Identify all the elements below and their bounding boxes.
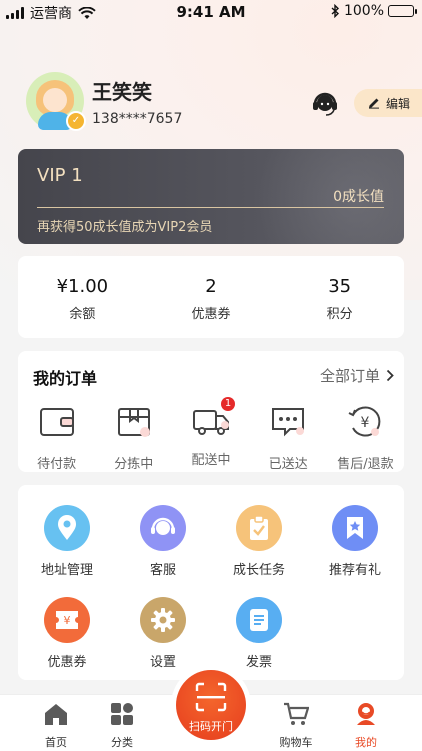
service-invoice[interactable]: 发票 — [212, 597, 306, 670]
stat-coupons[interactable]: 2 优惠券 — [147, 256, 276, 338]
service-label: 发票 — [245, 655, 272, 670]
scan-open-door-button[interactable]: 扫码开门 — [176, 670, 246, 740]
tab-category[interactable]: 分类 — [92, 701, 152, 750]
svg-text:¥: ¥ — [64, 614, 71, 627]
delivering-count-badge: 1 — [221, 397, 235, 411]
user-phone: 138****7657 — [92, 110, 183, 127]
battery-percent: 100% — [343, 3, 384, 19]
services-card: 地址管理 客服 成长任务 推荐有礼 ¥ 优惠券 设置 发票 — [18, 485, 404, 680]
wallet-icon — [39, 408, 74, 436]
profile-icon — [357, 703, 375, 725]
vip-level: VIP 1 — [37, 165, 83, 186]
location-icon — [44, 505, 90, 551]
avatar[interactable]: ✓ — [26, 72, 86, 131]
service-growth-tasks[interactable]: 成长任务 — [212, 505, 306, 578]
vip-progress-line — [37, 207, 384, 208]
pencil-icon — [369, 98, 379, 109]
order-status-label: 分拣中 — [114, 457, 154, 472]
category-grid-icon — [111, 703, 133, 725]
stat-label: 余额 — [69, 307, 96, 322]
account-stats: ¥1.00 余额 2 优惠券 35 积分 — [18, 256, 404, 338]
order-status-label: 配送中 — [191, 453, 231, 468]
service-label: 设置 — [149, 655, 176, 670]
box-icon — [117, 408, 150, 437]
star-bookmark-icon — [332, 505, 378, 551]
tab-label: 购物车 — [279, 736, 313, 749]
service-label: 优惠券 — [47, 655, 87, 670]
home-icon — [45, 704, 67, 725]
vip-growth-value: 0成长值 — [333, 189, 384, 205]
battery-icon — [388, 5, 417, 17]
vip-card[interactable]: VIP 1 0成长值 再获得50成长值成为VIP2会员 — [18, 149, 404, 244]
chevron-right-icon — [386, 369, 394, 382]
edit-label: 编辑 — [386, 96, 411, 111]
all-orders-link[interactable]: 全部订单 — [320, 365, 394, 386]
tab-home[interactable]: 首页 — [26, 701, 86, 750]
verified-badge-icon: ✓ — [66, 111, 86, 131]
invoice-icon — [236, 597, 282, 643]
tab-label: 分类 — [111, 736, 133, 749]
order-delivering[interactable]: 1 配送中 — [172, 397, 249, 472]
clipboard-icon — [236, 505, 282, 551]
service-referral[interactable]: 推荐有礼 — [308, 505, 402, 578]
scan-icon — [195, 682, 227, 712]
service-coupons[interactable]: ¥ 优惠券 — [20, 597, 114, 670]
vip-upgrade-tip: 再获得50成长值成为VIP2会员 — [37, 220, 213, 235]
order-delivered[interactable]: 已送达 — [250, 401, 327, 472]
status-bar: 运营商 9:41 AM 100% — [0, 0, 422, 24]
service-label: 成长任务 — [232, 563, 285, 578]
stat-value: 35 — [328, 276, 352, 297]
cart-icon — [284, 702, 310, 725]
order-status-label: 待付款 — [37, 457, 77, 472]
stat-points[interactable]: 35 积分 — [275, 256, 404, 338]
coupon-icon: ¥ — [44, 597, 90, 643]
service-settings[interactable]: 设置 — [116, 597, 210, 670]
stat-label: 积分 — [326, 307, 353, 322]
tab-mine[interactable]: 我的 — [336, 701, 396, 750]
order-status-label: 已送达 — [268, 457, 308, 472]
customer-service-icon[interactable] — [310, 90, 340, 118]
order-sorting[interactable]: 分拣中 — [95, 401, 172, 472]
headset-icon — [140, 505, 186, 551]
scan-label: 扫码开门 — [189, 720, 233, 733]
edit-profile-button[interactable]: 编辑 — [354, 89, 422, 117]
user-name: 王笑笑 — [92, 79, 152, 104]
tab-label: 我的 — [355, 736, 377, 749]
svg-text:¥: ¥ — [361, 415, 370, 431]
service-customer-support[interactable]: 客服 — [116, 505, 210, 578]
bluetooth-icon — [331, 4, 339, 18]
order-after-sales[interactable]: ¥ 售后/退款 — [327, 401, 404, 472]
stat-label: 优惠券 — [191, 307, 231, 322]
orders-title: 我的订单 — [33, 369, 98, 388]
service-label: 客服 — [149, 563, 176, 578]
service-label: 地址管理 — [40, 563, 93, 578]
stat-value: 2 — [205, 276, 217, 297]
user-profile[interactable]: ✓ 王笑笑 138****7657 — [26, 72, 183, 131]
stat-value: ¥1.00 — [56, 276, 109, 297]
all-orders-label: 全部订单 — [319, 367, 380, 385]
tab-cart[interactable]: 购物车 — [266, 701, 326, 750]
refund-icon: ¥ — [348, 406, 381, 437]
order-pending-payment[interactable]: 待付款 — [18, 401, 95, 472]
tab-label: 首页 — [45, 736, 67, 749]
service-address[interactable]: 地址管理 — [20, 505, 114, 578]
order-status-label: 售后/退款 — [337, 457, 394, 472]
message-icon — [272, 408, 305, 437]
my-orders-card: 我的订单 全部订单 待付款 分拣中 1 配送中 已送达 ¥ 售后/退款 — [18, 351, 404, 472]
service-label: 推荐有礼 — [328, 563, 381, 578]
stat-balance[interactable]: ¥1.00 余额 — [18, 256, 147, 338]
gear-icon — [140, 597, 186, 643]
